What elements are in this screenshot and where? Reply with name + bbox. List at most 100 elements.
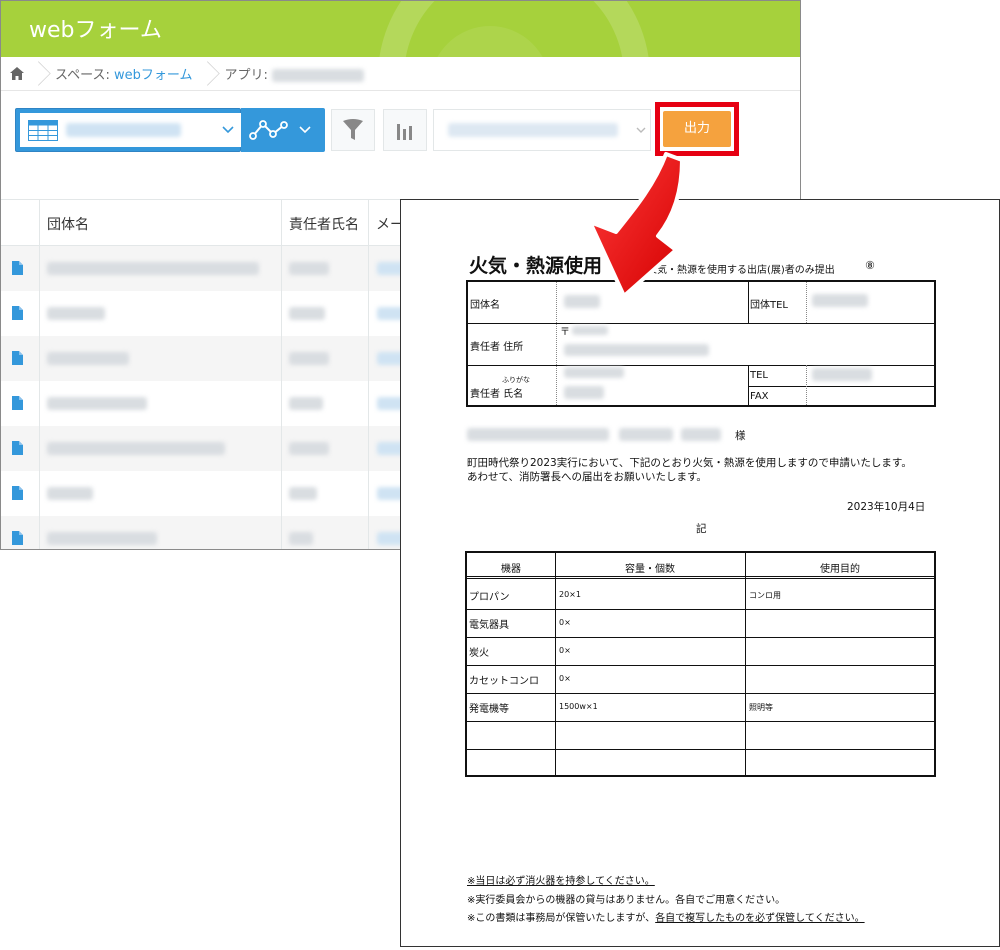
equipment-cell: 20×1: [559, 590, 581, 599]
equipment-row: 発電機等 1500w×1 照明等: [467, 694, 934, 722]
breadcrumb-separator: [202, 57, 214, 91]
equipment-column-divider: [555, 553, 556, 775]
blurred-value: [564, 344, 709, 356]
app-header: webフォーム: [1, 1, 800, 57]
column-header-group-name[interactable]: 団体名: [47, 214, 89, 234]
column-divider: [281, 199, 282, 549]
filter-icon: [343, 119, 363, 140]
equipment-cell: 発電機等: [469, 704, 509, 715]
equipment-cell: 0×: [559, 674, 571, 683]
blurred-app-name: [271, 69, 364, 82]
equipment-row: プロパン 20×1 コンロ用: [467, 582, 934, 610]
blurred-value: [572, 326, 608, 335]
equipment-cell: コンロ用: [749, 591, 781, 600]
body-line-1: 町田時代祭り2023実行において、下記のとおり火気・熱源を使用しますので申請いた…: [467, 457, 912, 469]
record-detail-icon[interactable]: [12, 306, 23, 320]
breadcrumb-app: アプリ:: [214, 64, 374, 83]
bar-chart-icon: [397, 124, 412, 140]
equipment-cell: 照明等: [749, 703, 773, 712]
equipment-row: 炭火 0×: [467, 638, 934, 666]
column-header-owner-name[interactable]: 責任者氏名: [289, 214, 359, 234]
blurred-value: [564, 367, 624, 378]
blurred-cell: [289, 532, 313, 545]
note-1: ※当日は必ず消火器を持参してください。: [467, 872, 655, 887]
equipment-row: [467, 750, 934, 778]
line-chart-icon: [249, 120, 288, 140]
record-detail-icon[interactable]: [12, 441, 23, 455]
equipment-cell: 炭火: [469, 648, 489, 659]
ki-marker: 記: [696, 523, 707, 535]
breadcrumb: スペース: webフォーム アプリ:: [1, 57, 800, 91]
chevron-down-icon: [299, 126, 311, 134]
blurred-cell: [289, 487, 317, 500]
blurred-recipient: [619, 428, 673, 441]
column-divider: [368, 199, 369, 549]
breadcrumb-space: スペース: webフォーム: [45, 64, 202, 83]
record-detail-icon[interactable]: [12, 261, 23, 275]
note-3: ※この書類は事務局が保管いたしますが、各自で複写したものを必ず保管してください。: [467, 909, 865, 924]
blurred-value: [812, 294, 868, 307]
body-line-2: あわせて、消防署長への届出をお願いいたします。: [467, 471, 707, 483]
blurred-cell: [47, 532, 157, 545]
blurred-cell: [289, 397, 323, 410]
equipment-header-cell: 容量・個数: [625, 564, 675, 575]
filter-button[interactable]: [331, 109, 375, 151]
label-furigana: ふりがな: [502, 376, 530, 384]
screenshot-stage: webフォーム スペース: webフォーム アプリ: 出力 団体名 責任者氏名 …: [0, 0, 1000, 950]
equipment-header-cell: 使用目的: [820, 564, 860, 575]
record-detail-icon[interactable]: [12, 486, 23, 500]
label-tel: TEL: [750, 370, 768, 381]
breadcrumb-space-link[interactable]: webフォーム: [114, 68, 193, 83]
form-number: ⑧: [865, 259, 875, 272]
blurred-value: [812, 368, 872, 381]
graph-button[interactable]: [383, 109, 427, 151]
honorific: 様: [735, 430, 746, 442]
label-fax: FAX: [750, 391, 769, 402]
note-3-text-b: 各自で複写したものを必ず保管してください。: [655, 913, 865, 924]
blurred-cell: [289, 262, 329, 275]
equipment-header-cell: 機器: [501, 564, 521, 575]
postal-mark: 〒: [560, 327, 570, 338]
chevron-down-icon: [222, 126, 234, 134]
app-title: webフォーム: [29, 18, 162, 43]
chevron-down-icon: [636, 127, 646, 133]
blurred-cell: [289, 352, 329, 365]
note-2-text: ※実行委員会からの機器の貸与はありません。各自でご用意ください。: [467, 895, 786, 906]
blurred-recipient: [681, 428, 721, 441]
blurred-report-name: [448, 123, 618, 137]
blurred-cell: [47, 352, 129, 365]
equipment-header-row: 機器 容量・個数 使用目的: [467, 553, 934, 579]
output-button-highlight: [655, 102, 739, 156]
note-3-text-a: ※この書類は事務局が保管いたしますが、: [467, 913, 656, 924]
form-date: 2023年10月4日: [847, 501, 926, 513]
column-divider: [39, 199, 40, 549]
record-detail-icon[interactable]: [12, 531, 23, 545]
record-detail-icon[interactable]: [12, 396, 23, 410]
print-report-selector[interactable]: [433, 109, 651, 151]
label-group-tel: 団体TEL: [750, 300, 788, 311]
label-group-name: 団体名: [470, 300, 500, 311]
breadcrumb-app-label: アプリ:: [224, 68, 272, 83]
blurred-cell: [289, 442, 329, 455]
record-detail-icon[interactable]: [12, 351, 23, 365]
equipment-row: 電気器具 0×: [467, 610, 934, 638]
view-selector[interactable]: [15, 108, 242, 152]
breadcrumb-space-label: スペース:: [55, 68, 114, 83]
graph-selector[interactable]: [241, 108, 325, 152]
blurred-cell: [47, 397, 147, 410]
fire-use-form-document: 火気・熱源使用 火気・熱源を使用する出店(展)者のみ提出 ⑧ 団体名 団体TEL…: [400, 199, 1000, 947]
equipment-cell: プロパン: [469, 592, 510, 603]
blurred-value: [564, 386, 604, 399]
equipment-cell: 0×: [559, 618, 571, 627]
blurred-cell: [47, 307, 105, 320]
blurred-view-name: [66, 123, 181, 137]
equipment-row: [467, 722, 934, 750]
note-2: ※実行委員会からの機器の貸与はありません。各自でご用意ください。: [467, 891, 785, 906]
equipment-cell: 0×: [559, 646, 571, 655]
blurred-cell: [47, 442, 225, 455]
equipment-cell: 1500w×1: [559, 702, 598, 711]
blurred-recipient: [467, 428, 609, 441]
blurred-cell: [47, 262, 259, 275]
equipment-row: カセットコンロ 0×: [467, 666, 934, 694]
label-owner-address: 責任者 住所: [470, 342, 524, 353]
